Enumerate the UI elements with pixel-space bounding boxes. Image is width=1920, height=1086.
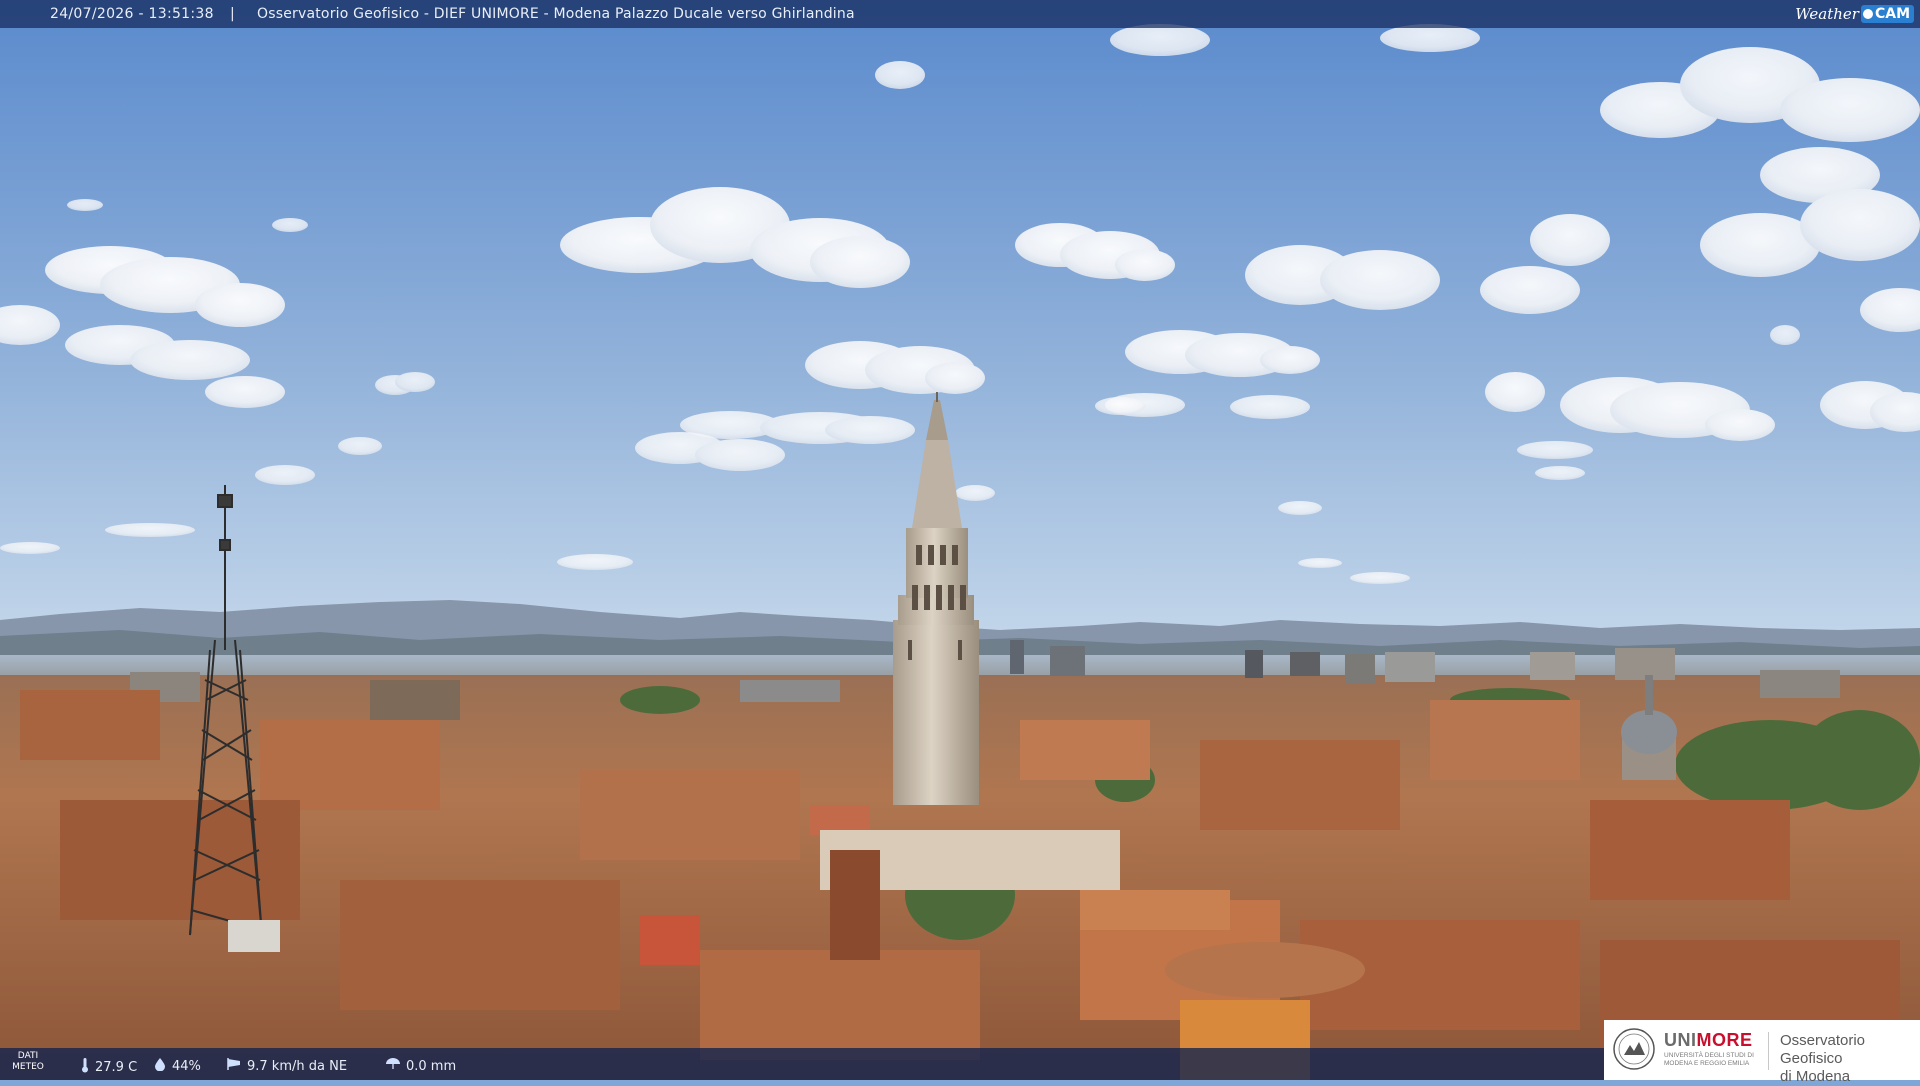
unimore-seal-icon bbox=[1613, 1028, 1655, 1070]
weathercam-logo: Weather CAM bbox=[1795, 3, 1914, 25]
info-banner: 24/07/2026 - 13:51:38 | Osservatorio Geo… bbox=[0, 0, 1920, 28]
humidity-reading: 44% bbox=[153, 1057, 201, 1075]
university-subtitle: UNIVERSITÀ DEGLI STUDI DI MODENA E REGGI… bbox=[1664, 1052, 1754, 1067]
brand-cam: CAM bbox=[1860, 5, 1914, 23]
thermometer-icon bbox=[80, 1057, 90, 1077]
unimore-wordmark-red: MORE bbox=[1696, 1030, 1753, 1050]
umbrella-icon bbox=[385, 1057, 401, 1075]
location-title: Osservatorio Geofisico - DIEF UNIMORE - … bbox=[257, 6, 855, 22]
weather-label-line1: DATI bbox=[17, 1051, 39, 1061]
weather-label-line2: METEO bbox=[12, 1062, 44, 1072]
rain-value: 0.0 mm bbox=[406, 1058, 457, 1074]
brand-cam-text: CAM bbox=[1874, 6, 1910, 22]
droplet-icon bbox=[153, 1057, 167, 1075]
humidity-value: 44% bbox=[172, 1058, 201, 1074]
camera-lens-icon bbox=[1862, 9, 1873, 19]
logo-divider bbox=[1768, 1032, 1769, 1070]
temperature-value: 27.9 C bbox=[95, 1059, 138, 1075]
separator: | bbox=[230, 6, 235, 22]
observatory-name: Osservatorio Geofisico di Modena bbox=[1780, 1032, 1920, 1086]
observatory-line2: di Modena bbox=[1780, 1068, 1851, 1085]
windsock-icon bbox=[226, 1057, 242, 1075]
weather-data-label: DATI METEO bbox=[8, 1051, 48, 1073]
temperature-reading: 27.9 C bbox=[80, 1057, 137, 1077]
brand-weather: Weather bbox=[1795, 5, 1859, 23]
unimore-logo-panel: UNIMORE UNIVERSITÀ DEGLI STUDI DI MODENA… bbox=[1604, 1020, 1920, 1085]
wind-value: 9.7 km/h da NE bbox=[247, 1058, 348, 1074]
observatory-line1: Osservatorio Geofisico bbox=[1780, 1032, 1866, 1067]
timestamp: 24/07/2026 - 13:51:38 bbox=[50, 6, 214, 22]
rain-reading: 0.0 mm bbox=[385, 1057, 456, 1075]
unimore-wordmark: UNIMORE bbox=[1664, 1030, 1753, 1051]
webcam-view bbox=[0, 0, 1920, 1080]
mast-base-unit bbox=[228, 920, 280, 952]
unimore-wordmark-gray: UNI bbox=[1664, 1030, 1697, 1050]
wind-reading: 9.7 km/h da NE bbox=[226, 1057, 347, 1075]
